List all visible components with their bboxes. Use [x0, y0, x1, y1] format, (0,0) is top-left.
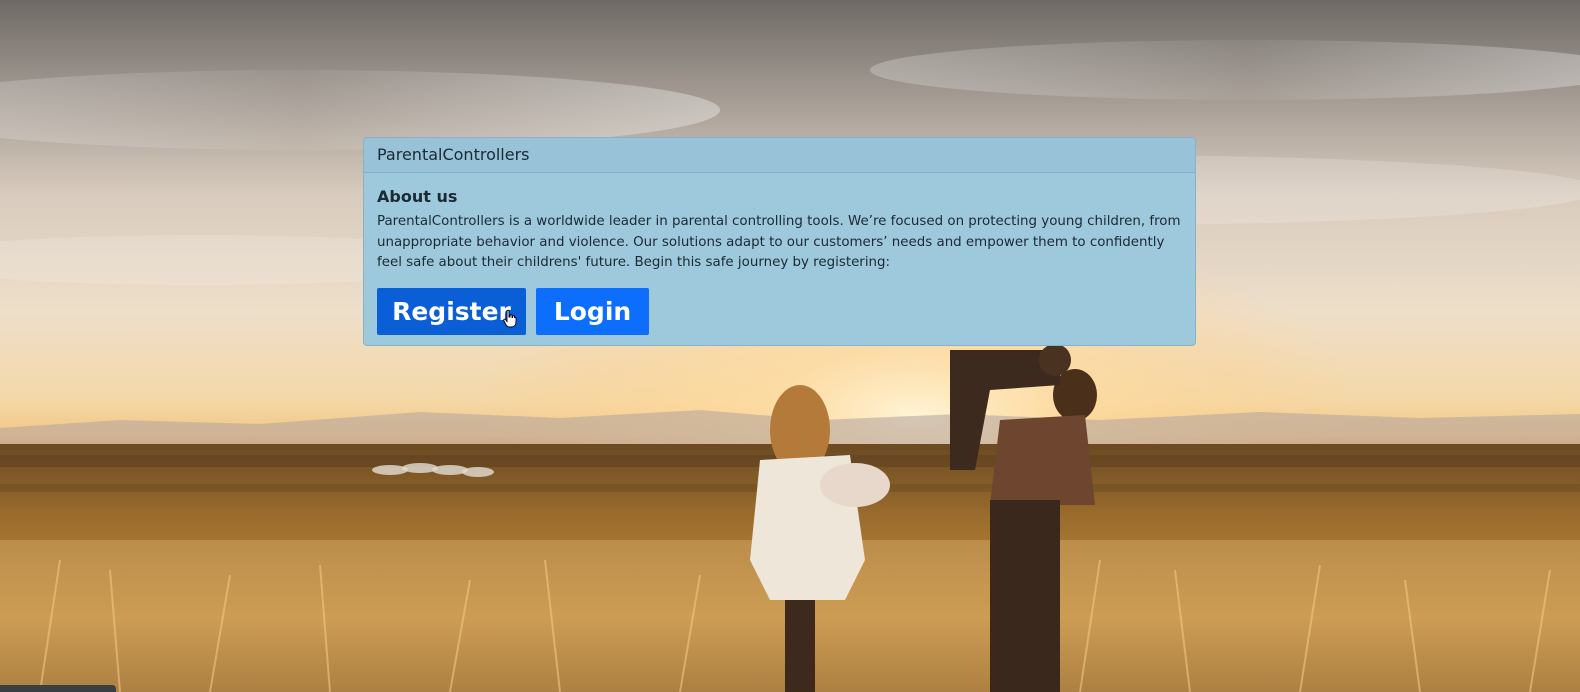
about-panel: ParentalControllers About us ParentalCon…: [363, 137, 1196, 346]
about-text: ParentalControllers is a worldwide leade…: [377, 214, 1181, 270]
login-button[interactable]: Login: [536, 287, 649, 335]
login-button-label: Login: [553, 296, 632, 326]
status-bar-tab: [0, 685, 116, 692]
register-button[interactable]: Register: [377, 287, 526, 335]
panel-header-brand: ParentalControllers: [364, 138, 1195, 173]
action-buttons: Register Login: [377, 287, 1182, 335]
about-title: About us: [377, 187, 458, 206]
background-photo: [0, 0, 1580, 692]
landing-page: ParentalControllers About us ParentalCon…: [0, 0, 1580, 692]
hand-pointer-icon: [503, 309, 517, 327]
register-button-label: Register: [392, 296, 511, 326]
panel-body: About us ParentalControllers is a worldw…: [364, 173, 1195, 335]
